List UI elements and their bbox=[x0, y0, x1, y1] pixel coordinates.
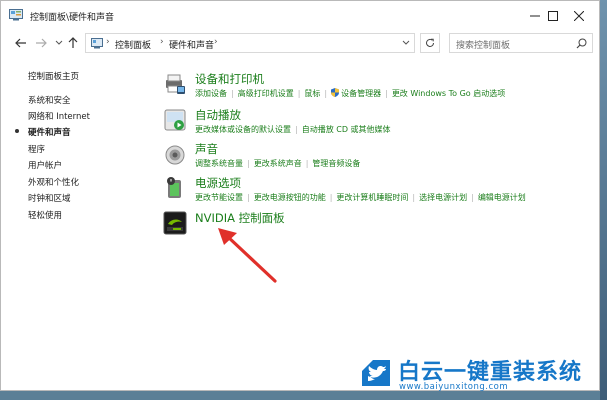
link-mouse[interactable]: 鼠标 bbox=[304, 89, 320, 98]
sidebar-item-hardware-sound[interactable]: 硬件和声音 bbox=[28, 126, 71, 138]
refresh-button[interactable] bbox=[420, 33, 440, 53]
control-panel-icon bbox=[91, 38, 103, 49]
uac-shield-icon bbox=[331, 88, 340, 97]
up-arrow-icon bbox=[68, 37, 78, 48]
link-autoplay-cd[interactable]: 自动播放 CD 或其他媒体 bbox=[302, 125, 391, 134]
close-icon bbox=[574, 11, 584, 21]
chevron-down-icon bbox=[55, 40, 63, 45]
forward-button[interactable] bbox=[33, 35, 49, 51]
link-advanced-printer-setup[interactable]: 高级打印机设置 bbox=[238, 89, 294, 98]
title-bar: 控制面板\硬件和声音 bbox=[1, 1, 599, 31]
link-device-manager[interactable]: 设备管理器 bbox=[341, 89, 381, 98]
twitter-bird-logo-icon bbox=[362, 360, 390, 386]
sidebar-item-network-internet[interactable]: 网络和 Internet bbox=[28, 110, 90, 122]
speaker-icon bbox=[165, 145, 185, 165]
category-links: 更改媒体或设备的默认设置 | 自动播放 CD 或其他媒体 bbox=[195, 125, 391, 134]
sidebar-item-appearance[interactable]: 外观和个性化 bbox=[28, 176, 79, 188]
link-change-system-sounds[interactable]: 更改系统声音 bbox=[254, 159, 302, 168]
search-input[interactable]: 搜索控制面板 bbox=[449, 33, 593, 53]
category-links: 添加设备 | 高级打印机设置 | 鼠标 | 设备管理器 | 更改 Windows To Go 启… bbox=[195, 88, 506, 98]
link-sleep-time[interactable]: 更改计算机睡眠时间 bbox=[336, 193, 408, 202]
breadcrumb-control-panel[interactable]: 控制面板 bbox=[115, 38, 151, 51]
back-button[interactable] bbox=[13, 35, 29, 51]
close-button[interactable] bbox=[557, 1, 601, 31]
sidebar-item-ease-of-access[interactable]: 轻松使用 bbox=[28, 209, 62, 221]
sidebar-item-clock-region[interactable]: 时钟和区域 bbox=[28, 192, 71, 204]
breadcrumb-separator-icon: › bbox=[106, 37, 110, 47]
link-change-default-media-settings[interactable]: 更改媒体或设备的默认设置 bbox=[195, 125, 291, 134]
category-links: 更改节能设置 | 更改电源按钮的功能 | 更改计算机睡眠时间 | 选择电源计划 | 编辑电源计划 bbox=[195, 193, 526, 202]
up-button[interactable] bbox=[65, 35, 81, 51]
link-choose-power-plan[interactable]: 选择电源计划 bbox=[419, 193, 467, 202]
current-page-bullet-icon bbox=[15, 129, 19, 133]
category-title-power-options[interactable]: 电源选项 bbox=[195, 175, 241, 191]
back-arrow-icon bbox=[15, 38, 26, 48]
search-icon bbox=[576, 38, 587, 49]
control-panel-app-icon bbox=[9, 9, 23, 21]
navigation-bar: › 控制面板 › 硬件和声音 › 搜索控制面板 bbox=[1, 31, 599, 55]
category-title-sound[interactable]: 声音 bbox=[195, 141, 218, 157]
annotation-arrow-icon bbox=[218, 228, 277, 283]
breadcrumb-hardware-sound[interactable]: 硬件和声音 bbox=[169, 38, 214, 51]
control-panel-window: 控制面板\硬件和声音 › 控制面板 › 硬件和声音 › 搜索控制面板 控制面板主… bbox=[0, 0, 600, 392]
watermark-url: www.baiyunxitong.com bbox=[399, 382, 509, 392]
autoplay-icon bbox=[164, 109, 186, 131]
link-adjust-volume[interactable]: 调整系统音量 bbox=[195, 159, 243, 168]
search-placeholder: 搜索控制面板 bbox=[456, 41, 511, 51]
sidebar-item-system-security[interactable]: 系统和安全 bbox=[28, 94, 71, 106]
address-bar[interactable]: › 控制面板 › 硬件和声音 › bbox=[85, 33, 415, 53]
link-add-device[interactable]: 添加设备 bbox=[195, 89, 227, 98]
category-links: 调整系统音量 | 更改系统声音 | 管理音频设备 bbox=[195, 159, 361, 168]
refresh-icon bbox=[426, 38, 434, 47]
printer-icon bbox=[166, 74, 185, 94]
link-windows-to-go[interactable]: 更改 Windows To Go 启动选项 bbox=[392, 89, 505, 98]
category-title-autoplay[interactable]: 自动播放 bbox=[195, 107, 241, 123]
category-title-devices-printers[interactable]: 设备和打印机 bbox=[195, 71, 264, 87]
power-options-icon bbox=[167, 177, 181, 198]
link-manage-audio-devices[interactable]: 管理音频设备 bbox=[312, 159, 360, 168]
link-edit-power-plan[interactable]: 编辑电源计划 bbox=[478, 193, 526, 202]
sidebar-item-programs[interactable]: 程序 bbox=[28, 143, 45, 155]
link-change-power-saving[interactable]: 更改节能设置 bbox=[195, 193, 243, 202]
breadcrumb-separator-icon: › bbox=[160, 37, 164, 47]
nvidia-icon bbox=[163, 211, 187, 235]
sidebar-item-control-panel-home[interactable]: 控制面板主页 bbox=[28, 70, 79, 82]
desktop-background bbox=[600, 0, 607, 400]
link-power-button-function[interactable]: 更改电源按钮的功能 bbox=[254, 193, 326, 202]
breadcrumb-separator-icon: › bbox=[214, 37, 218, 47]
address-dropdown-icon[interactable] bbox=[401, 38, 411, 48]
window-title: 控制面板\硬件和声音 bbox=[30, 13, 115, 23]
sidebar-item-user-accounts[interactable]: 用户帐户 bbox=[28, 159, 62, 171]
forward-arrow-icon bbox=[36, 38, 47, 48]
